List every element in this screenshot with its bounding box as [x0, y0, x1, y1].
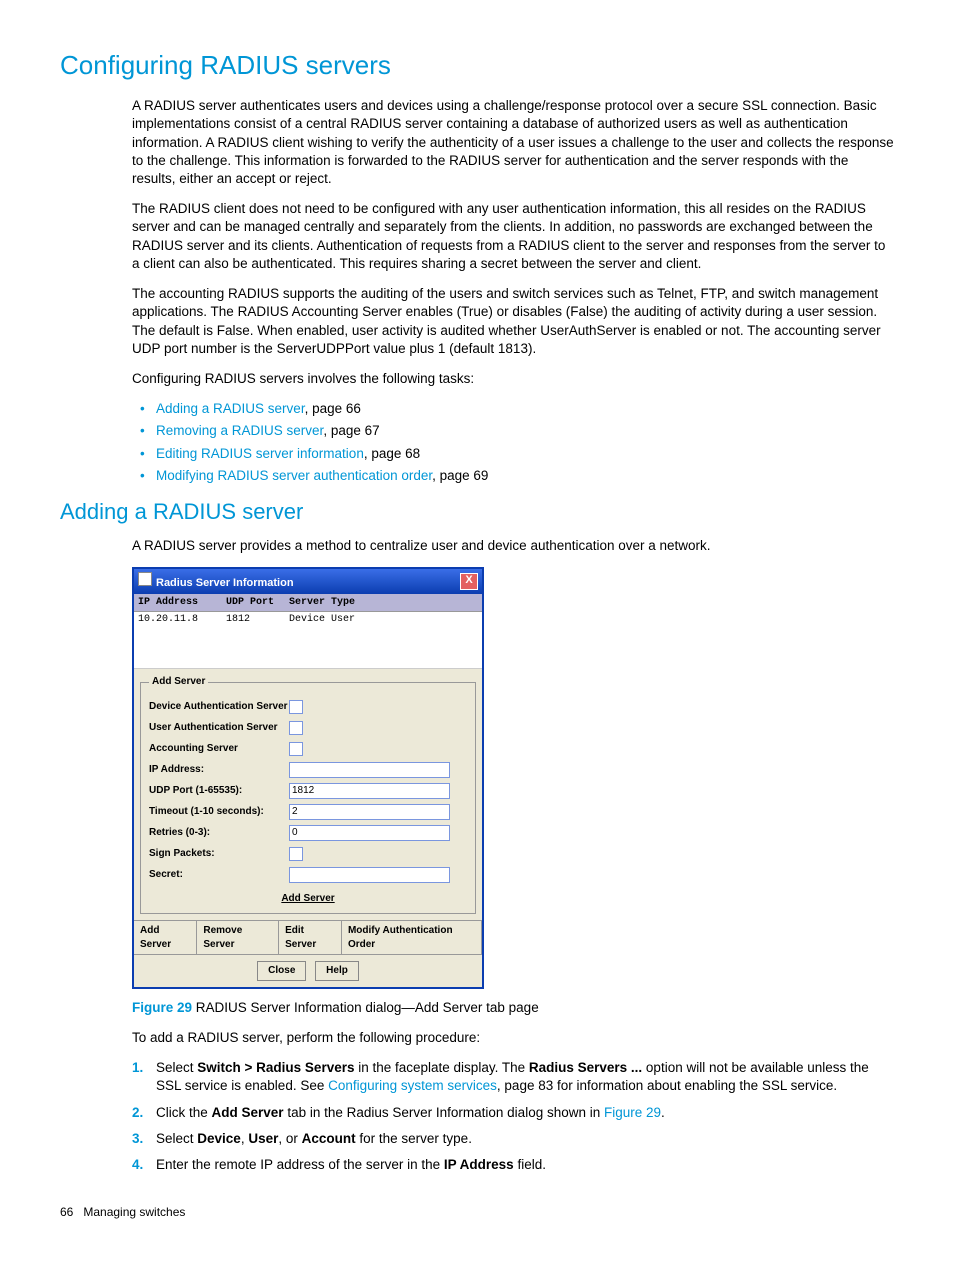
- list-item-rest: , page 69: [432, 468, 488, 483]
- tab-add-server[interactable]: Add Server: [134, 921, 197, 954]
- tab-remove-server[interactable]: Remove Server: [197, 921, 279, 954]
- list-item: Adding a RADIUS server, page 66: [132, 400, 894, 418]
- label-acct: Accounting Server: [149, 742, 289, 756]
- figure-label: Figure 29: [132, 1000, 192, 1015]
- task-list: Adding a RADIUS server, page 66 Removing…: [132, 400, 894, 485]
- label-sign: Sign Packets:: [149, 847, 289, 861]
- procedure-steps: Select Switch > Radius Servers in the fa…: [132, 1059, 894, 1174]
- para-intro-1: A RADIUS server authenticates users and …: [132, 97, 894, 188]
- tab-row: Add Server Remove Server Edit Server Mod…: [134, 920, 482, 955]
- table-header: IP Address UDP Port Server Type: [134, 594, 482, 613]
- label-secret: Secret:: [149, 868, 289, 882]
- cell-type: Device User: [285, 612, 482, 626]
- list-item: Removing a RADIUS server, page 67: [132, 422, 894, 440]
- list-item: Editing RADIUS server information, page …: [132, 445, 894, 463]
- label-das: Device Authentication Server: [149, 700, 289, 714]
- link-figure-29[interactable]: Figure 29: [604, 1105, 661, 1120]
- link-add-server[interactable]: Adding a RADIUS server: [156, 401, 305, 416]
- label-uas: User Authentication Server: [149, 721, 289, 735]
- label-timeout: Timeout (1-10 seconds):: [149, 805, 289, 819]
- checkbox-uas[interactable]: [289, 721, 303, 735]
- page-number: 66: [60, 1204, 80, 1220]
- list-item-rest: , page 67: [323, 423, 379, 438]
- page-footer: 66 Managing switches: [60, 1204, 894, 1220]
- input-ip[interactable]: [289, 762, 450, 778]
- label-udp: UDP Port (1-65535):: [149, 784, 289, 798]
- dialog-titlebar: Radius Server Information X: [134, 569, 482, 594]
- step-2: Click the Add Server tab in the Radius S…: [132, 1104, 894, 1122]
- input-retries[interactable]: [289, 825, 450, 841]
- list-item: Modifying RADIUS server authentication o…: [132, 467, 894, 485]
- cell-port: 1812: [222, 612, 285, 626]
- link-modify-order[interactable]: Modifying RADIUS server authentication o…: [156, 468, 432, 483]
- help-button[interactable]: Help: [315, 961, 359, 981]
- close-icon[interactable]: X: [460, 573, 478, 590]
- checkbox-acct[interactable]: [289, 742, 303, 756]
- dialog-title: Radius Server Information: [156, 577, 294, 589]
- input-udp[interactable]: [289, 783, 450, 799]
- figure-caption: Figure 29 RADIUS Server Information dial…: [132, 999, 894, 1017]
- link-config-services[interactable]: Configuring system services: [328, 1078, 497, 1093]
- col-port: UDP Port: [222, 594, 285, 612]
- heading-adding: Adding a RADIUS server: [60, 497, 894, 527]
- add-server-button[interactable]: Add Server: [149, 892, 467, 906]
- procedure-lead: To add a RADIUS server, perform the foll…: [132, 1029, 894, 1047]
- heading-configuring: Configuring RADIUS servers: [60, 48, 894, 83]
- cell-ip: 10.20.11.8: [134, 612, 222, 626]
- input-timeout[interactable]: [289, 804, 450, 820]
- label-retries: Retries (0-3):: [149, 826, 289, 840]
- checkbox-das[interactable]: [289, 700, 303, 714]
- fieldset-legend: Add Server: [149, 675, 208, 689]
- add-server-fieldset: Add Server Device Authentication Server …: [140, 675, 476, 914]
- dialog-buttons: Close Help: [134, 955, 482, 987]
- para-tasks-lead: Configuring RADIUS servers involves the …: [132, 370, 894, 388]
- input-secret[interactable]: [289, 867, 450, 883]
- radius-dialog: Radius Server Information X IP Address U…: [132, 567, 484, 989]
- chapter-name: Managing switches: [83, 1205, 185, 1219]
- para-intro-2: The RADIUS client does not need to be co…: [132, 200, 894, 273]
- app-icon: [138, 572, 152, 586]
- tab-modify-auth-order[interactable]: Modify Authentication Order: [342, 921, 482, 954]
- table-empty-area: [134, 626, 482, 669]
- link-edit-server[interactable]: Editing RADIUS server information: [156, 446, 364, 461]
- link-remove-server[interactable]: Removing a RADIUS server: [156, 423, 323, 438]
- close-button[interactable]: Close: [257, 961, 306, 981]
- step-4: Enter the remote IP address of the serve…: [132, 1156, 894, 1174]
- step-1: Select Switch > Radius Servers in the fa…: [132, 1059, 894, 1095]
- checkbox-sign[interactable]: [289, 847, 303, 861]
- col-ip: IP Address: [134, 594, 222, 612]
- para-adding-intro: A RADIUS server provides a method to cen…: [132, 537, 894, 555]
- para-intro-3: The accounting RADIUS supports the audit…: [132, 285, 894, 358]
- label-ip: IP Address:: [149, 763, 289, 777]
- table-row[interactable]: 10.20.11.8 1812 Device User: [134, 612, 482, 626]
- list-item-rest: , page 66: [305, 401, 361, 416]
- tab-edit-server[interactable]: Edit Server: [279, 921, 342, 954]
- col-type: Server Type: [285, 594, 482, 612]
- step-3: Select Device, User, or Account for the …: [132, 1130, 894, 1148]
- list-item-rest: , page 68: [364, 446, 420, 461]
- figure-text: RADIUS Server Information dialog—Add Ser…: [192, 1000, 539, 1015]
